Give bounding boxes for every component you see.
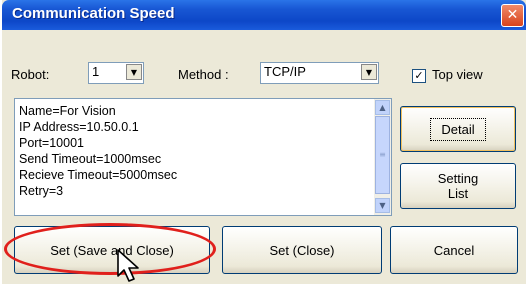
vertical-scrollbar[interactable]: ▲ ≡ ▼	[374, 99, 391, 215]
setting-list-label-line1: Setting	[437, 171, 479, 186]
robot-select[interactable]: 1 ▼	[88, 62, 144, 84]
cancel-button[interactable]: Cancel	[390, 226, 518, 274]
highlight-ellipse	[4, 223, 216, 275]
mouse-cursor-icon	[117, 249, 139, 282]
method-label: Method :	[178, 67, 229, 82]
detail-button-label: Detail	[430, 117, 486, 141]
detail-button[interactable]: Detail	[400, 106, 516, 152]
setting-list-button[interactable]: Setting List	[400, 163, 516, 209]
set-close-label: Set (Close)	[269, 242, 335, 258]
connection-info-box[interactable]: Name=For Vision IP Address=10.50.0.1 Por…	[14, 98, 392, 216]
info-line: Name=For Vision	[19, 104, 116, 118]
setting-list-label-line2: List	[447, 186, 469, 201]
dialog-title: Communication Speed	[12, 5, 175, 22]
info-line: Port=10001	[19, 136, 84, 150]
chevron-down-icon[interactable]: ▼	[126, 64, 142, 80]
cancel-label: Cancel	[433, 242, 475, 258]
info-line: IP Address=10.50.0.1	[19, 120, 139, 134]
title-bar[interactable]: Communication Speed ✕	[2, 0, 526, 30]
info-line: Send Timeout=1000msec	[19, 152, 162, 166]
top-view-checkbox[interactable]: ✓	[412, 69, 426, 83]
method-select-value: TCP/IP	[264, 64, 306, 79]
chevron-down-icon[interactable]: ▼	[361, 64, 377, 80]
method-select[interactable]: TCP/IP ▼	[260, 62, 379, 84]
robot-label: Robot:	[11, 67, 50, 82]
communication-speed-dialog: Communication Speed ✕ Robot: 1 ▼ Method …	[2, 0, 526, 284]
info-line: Retry=3	[19, 184, 64, 198]
scroll-up-icon[interactable]: ▲	[375, 100, 390, 115]
info-line: Recieve Timeout=5000msec	[19, 168, 178, 182]
robot-select-value: 1	[92, 64, 100, 79]
top-view-label: Top view	[432, 67, 483, 82]
set-close-button[interactable]: Set (Close)	[222, 226, 382, 274]
connection-info-text: Name=For Vision IP Address=10.50.0.1 Por…	[19, 103, 177, 199]
scroll-thumb[interactable]: ≡	[375, 116, 390, 194]
close-icon[interactable]: ✕	[501, 4, 524, 27]
scroll-down-icon[interactable]: ▼	[375, 198, 390, 213]
